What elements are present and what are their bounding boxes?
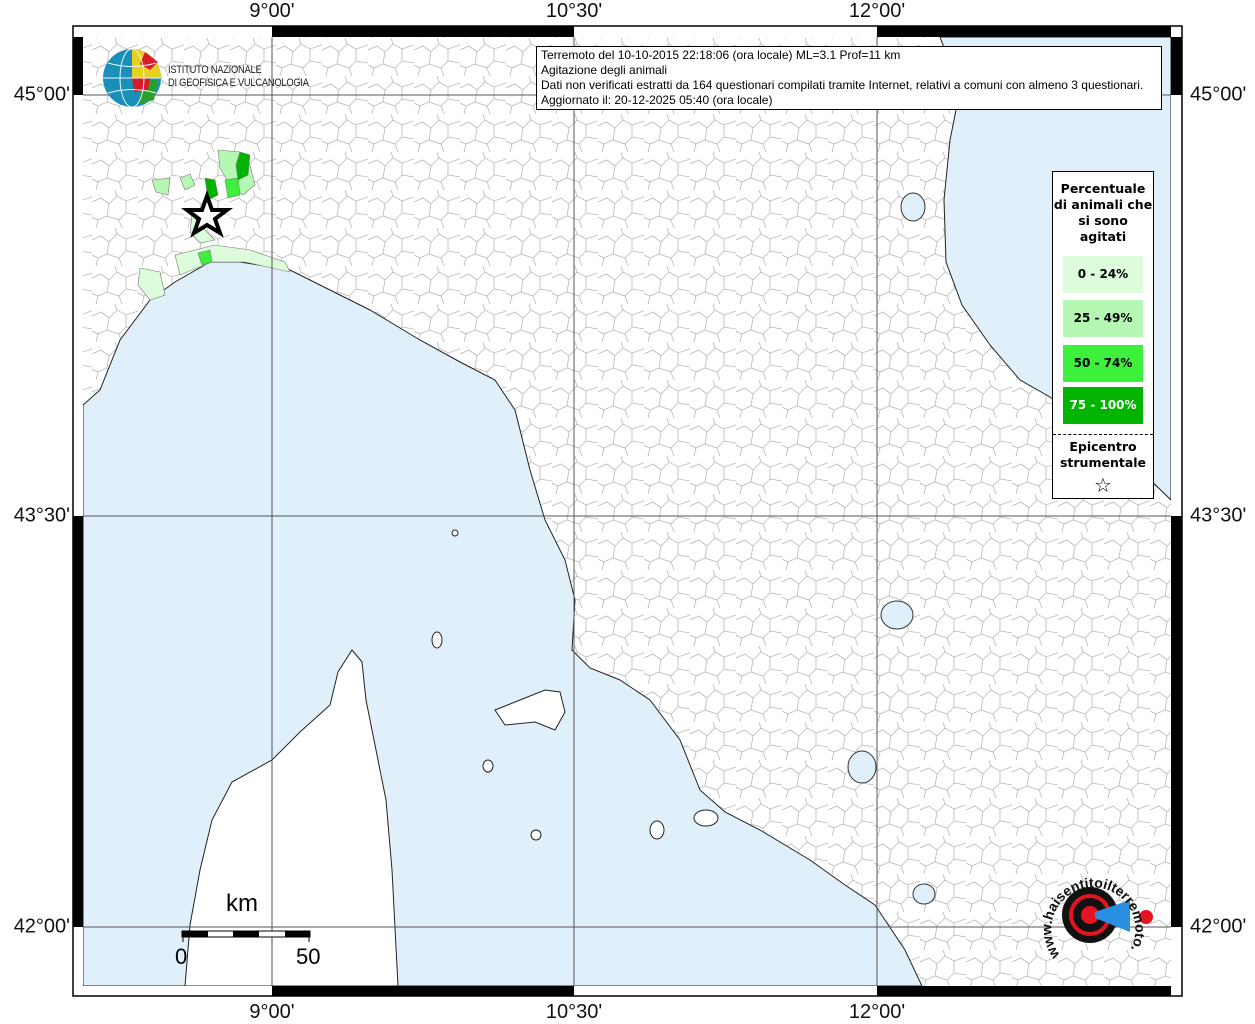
lon-label-top: 12°00' (848, 0, 906, 22)
star-outline-icon: ☆ (1094, 473, 1112, 497)
ingv-line2: DI GEOFISICA E VULCANOLOGIA (168, 77, 309, 89)
legend-class-50-74: 50 - 74% (1063, 345, 1143, 382)
scale-end: 50 (296, 944, 321, 969)
intensity-map: www.haisentitoilterremoto.it 9°00' 10°30… (0, 0, 1255, 1024)
lat-label-left: 42°00' (13, 915, 70, 938)
lon-label-top: 9°00' (249, 0, 295, 22)
ingv-logo-text: ISTITUTO NAZIONALE DI GEOFISICA E VULCAN… (168, 64, 309, 90)
lat-label-right: 45°00' (1190, 83, 1247, 106)
lon-label-bottom: 12°00' (848, 1001, 906, 1023)
map-type-line: Agitazione degli animali (541, 63, 668, 77)
updated-line: Aggiornato il: 20-12-2025 05:40 (ora loc… (541, 93, 773, 107)
scale-start: 0 (175, 944, 188, 969)
legend-class-75-100: 75 - 100% (1063, 387, 1143, 424)
legend-title: Percentuale di animali che si sono agita… (1053, 181, 1153, 244)
lon-label-bottom: 9°00' (249, 1001, 295, 1023)
ingv-line1: ISTITUTO NAZIONALE (168, 64, 262, 76)
lat-label-left: 45°00' (13, 83, 70, 106)
lat-label-right: 42°00' (1190, 915, 1247, 938)
lon-label-bottom: 10°30' (545, 1001, 603, 1023)
lat-label-right: 43°30' (1190, 504, 1247, 527)
event-line: Terremoto del 10-10-2015 22:18:06 (ora l… (541, 48, 901, 62)
data-note-line: Dati non verificati estratti da 164 ques… (541, 78, 1144, 92)
ingv-logo-globe (103, 48, 161, 108)
legend: Percentuale di animali che si sono agita… (1052, 171, 1154, 499)
lon-label-top: 10°30' (545, 0, 603, 22)
legend-class-0-24: 0 - 24% (1063, 256, 1143, 293)
scale-unit: km (226, 890, 258, 917)
legend-class-25-49: 25 - 49% (1063, 300, 1143, 337)
event-info-box: Terremoto del 10-10-2015 22:18:06 (ora l… (536, 46, 1162, 110)
lat-label-left: 43°30' (13, 504, 70, 527)
map-canvas: www.haisentitoilterremoto.it (72, 25, 1183, 997)
legend-epicenter-label: Epicentro strumentale (1059, 439, 1147, 470)
legend-divider (1053, 434, 1153, 435)
